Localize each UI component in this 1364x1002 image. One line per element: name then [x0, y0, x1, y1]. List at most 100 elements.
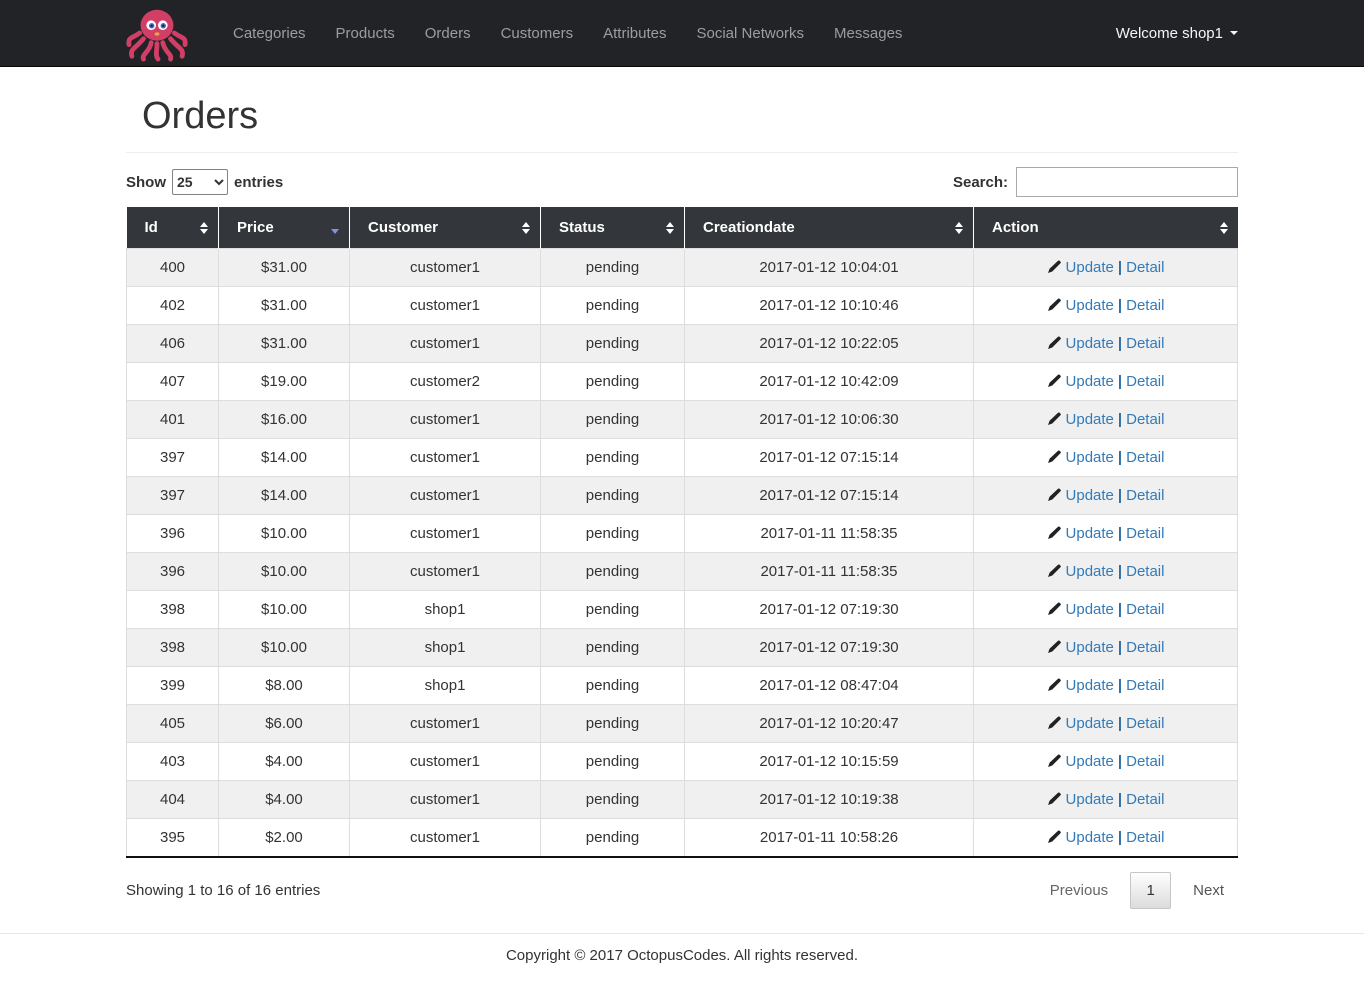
nav-item-messages[interactable]: Messages [819, 0, 917, 66]
page-size-select[interactable]: 25 [172, 169, 228, 195]
detail-link[interactable]: Detail [1126, 373, 1164, 390]
cell-creationdate: 2017-01-12 10:22:05 [684, 324, 974, 363]
detail-link[interactable]: Detail [1126, 791, 1164, 808]
cell-id: 407 [126, 362, 219, 401]
update-link[interactable]: Update [1047, 677, 1114, 694]
cell-id: 403 [126, 742, 219, 781]
update-link[interactable]: Update [1047, 639, 1114, 656]
cell-action: Update | Detail [973, 590, 1238, 629]
cell-action: Update | Detail [973, 552, 1238, 591]
cell-status: pending [540, 780, 685, 819]
update-link[interactable]: Update [1047, 525, 1114, 542]
current-page-button[interactable]: 1 [1130, 872, 1172, 909]
search-label: Search: [952, 173, 1008, 191]
previous-page-button[interactable]: Previous [1036, 873, 1122, 908]
cell-status: pending [540, 362, 685, 401]
cell-action: Update | Detail [973, 780, 1238, 819]
detail-link[interactable]: Detail [1126, 411, 1164, 428]
action-separator: | [1117, 753, 1123, 770]
next-page-button[interactable]: Next [1179, 873, 1238, 908]
cell-creationdate: 2017-01-12 07:15:14 [684, 476, 974, 515]
update-link[interactable]: Update [1047, 411, 1114, 428]
detail-link[interactable]: Detail [1126, 563, 1164, 580]
cell-customer: shop1 [349, 628, 541, 667]
column-header-customer[interactable]: Customer [349, 207, 541, 249]
table-row: 401 $16.00 customer1 pending 2017-01-12 10:0… [126, 400, 1238, 439]
search-control: Search: [953, 167, 1238, 197]
action-separator: | [1117, 487, 1123, 504]
update-link[interactable]: Update [1047, 829, 1114, 846]
detail-link[interactable]: Detail [1126, 753, 1164, 770]
cell-customer: customer1 [349, 514, 541, 553]
copyright-text: Copyright © 2017 OctopusCodes. All right… [505, 947, 859, 964]
table-row: 397 $14.00 customer1 pending 2017-01-12 07:1… [126, 438, 1238, 477]
detail-link[interactable]: Detail [1126, 639, 1164, 656]
search-input[interactable] [1016, 167, 1238, 197]
column-header-action[interactable]: Action [973, 207, 1238, 249]
cell-id: 400 [126, 248, 219, 287]
pencil-icon [1047, 678, 1061, 691]
detail-link[interactable]: Detail [1126, 487, 1164, 504]
action-separator: | [1117, 639, 1123, 656]
table-header-row: Id Price Customer Status Creationdate Action [126, 207, 1238, 249]
detail-link[interactable]: Detail [1126, 297, 1164, 314]
action-separator: | [1117, 297, 1123, 314]
nav-item-orders[interactable]: Orders [410, 0, 486, 66]
welcome-label: Welcome shop1 [1115, 24, 1223, 42]
detail-link[interactable]: Detail [1126, 829, 1164, 846]
detail-link[interactable]: Detail [1126, 715, 1164, 732]
pencil-icon [1047, 754, 1061, 767]
detail-link[interactable]: Detail [1126, 449, 1164, 466]
detail-link[interactable]: Detail [1126, 335, 1164, 352]
cell-price: $31.00 [218, 248, 350, 287]
update-link[interactable]: Update [1047, 791, 1114, 808]
pencil-icon [1047, 792, 1061, 805]
column-header-id[interactable]: Id [126, 207, 219, 249]
page-header: Orders [126, 95, 1238, 153]
update-link[interactable]: Update [1047, 487, 1114, 504]
detail-link[interactable]: Detail [1126, 259, 1164, 276]
column-header-status[interactable]: Status [540, 207, 685, 249]
detail-link[interactable]: Detail [1126, 525, 1164, 542]
table-row: 395 $2.00 customer1 pending 2017-01-11 10:58… [126, 818, 1238, 858]
nav-item-products[interactable]: Products [321, 0, 410, 66]
update-link[interactable]: Update [1047, 753, 1114, 770]
update-link[interactable]: Update [1047, 259, 1114, 276]
cell-action: Update | Detail [973, 362, 1238, 401]
user-menu[interactable]: Welcome shop1 [1116, 25, 1238, 42]
pencil-icon [1047, 564, 1061, 577]
cell-status: pending [540, 590, 685, 629]
sort-both-icon [522, 221, 530, 234]
detail-link[interactable]: Detail [1126, 677, 1164, 694]
table-row: 398 $10.00 shop1 pending 2017-01-12 07:19:30… [126, 628, 1238, 667]
table-row: 403 $4.00 customer1 pending 2017-01-12 10:15… [126, 742, 1238, 781]
update-link[interactable]: Update [1047, 297, 1114, 314]
action-separator: | [1117, 259, 1123, 276]
cell-price: $10.00 [218, 590, 350, 629]
update-link[interactable]: Update [1047, 563, 1114, 580]
cell-price: $2.00 [218, 818, 350, 858]
column-header-creationdate[interactable]: Creationdate [684, 207, 974, 249]
nav-item-social-networks[interactable]: Social Networks [682, 0, 820, 66]
update-link[interactable]: Update [1047, 715, 1114, 732]
cell-status: pending [540, 324, 685, 363]
column-header-price[interactable]: Price [218, 207, 350, 249]
detail-link[interactable]: Detail [1126, 601, 1164, 618]
update-link[interactable]: Update [1047, 335, 1114, 352]
nav-item-customers[interactable]: Customers [486, 0, 589, 66]
cell-id: 406 [126, 324, 219, 363]
cell-creationdate: 2017-01-12 10:10:46 [684, 286, 974, 325]
cell-action: Update | Detail [973, 400, 1238, 439]
update-link[interactable]: Update [1047, 449, 1114, 466]
column-label: Action [992, 219, 1039, 236]
update-link[interactable]: Update [1047, 601, 1114, 618]
cell-id: 398 [126, 628, 219, 667]
update-link[interactable]: Update [1047, 373, 1114, 390]
brand-logo[interactable] [126, 4, 188, 62]
cell-action: Update | Detail [973, 666, 1238, 705]
cell-action: Update | Detail [973, 248, 1238, 287]
cell-creationdate: 2017-01-12 07:15:14 [684, 438, 974, 477]
nav-item-attributes[interactable]: Attributes [588, 0, 681, 66]
cell-price: $6.00 [218, 704, 350, 743]
nav-item-categories[interactable]: Categories [218, 0, 321, 66]
